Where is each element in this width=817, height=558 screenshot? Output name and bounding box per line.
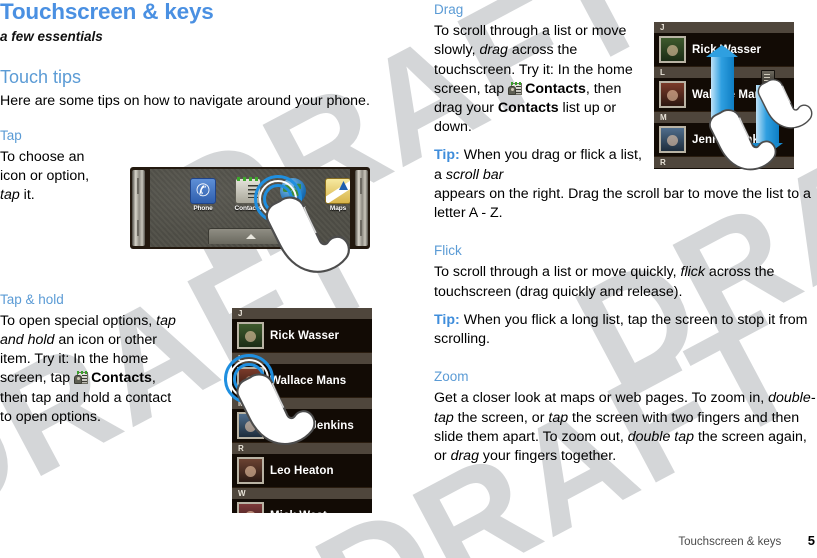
tap-hold-text-a: To open special options, (0, 312, 157, 329)
list-section-header: W (232, 488, 372, 499)
drag-contacts-bold-1: Contacts (525, 80, 586, 97)
contact-name: Wallace Mans (270, 374, 347, 387)
list-item[interactable]: Rick Wasser (232, 319, 372, 353)
list-section-header: J (654, 22, 794, 33)
avatar (237, 502, 264, 513)
drag-down-arrow-icon (751, 85, 783, 155)
avatar (659, 81, 686, 108)
zoom-text-f: double tap (627, 428, 695, 445)
app-tray-handle[interactable] (208, 228, 294, 244)
list-item[interactable]: Leo Heaton (232, 454, 372, 488)
tap-line3-rest: it. (19, 187, 35, 204)
tip-label: Tip: (434, 147, 460, 164)
maps-icon (325, 178, 350, 204)
manual-page: Touchscreen & keys a few essentials Touc… (0, 0, 817, 558)
figure-contacts-list-tap-hold: J Rick Wasser L Wallace Mans M Jennie Je… (232, 308, 372, 513)
avatar (659, 36, 686, 63)
drag-tip-wide: appears on the right. Drag the scroll ba… (434, 185, 811, 222)
phone-left-rail (132, 170, 145, 246)
contact-name: Mick West (270, 510, 327, 514)
subsection-heading-zoom: Zoom (434, 369, 469, 385)
flick-text-b: flick (680, 264, 705, 281)
scrollbar-thumb[interactable] (761, 70, 775, 88)
drag-up-arrow-icon (706, 45, 738, 122)
contacts-icon (74, 371, 89, 385)
phone-right-rail (355, 170, 368, 246)
flick-text-a: To scroll through a list or move quickly… (434, 264, 681, 281)
app-maps[interactable]: Maps (321, 178, 350, 212)
list-item[interactable]: Leo Heaton (654, 168, 794, 169)
avatar (237, 322, 264, 349)
section-heading-touch-tips: Touch tips (0, 66, 82, 87)
app-label: Phone (193, 205, 213, 212)
hold-ripple-inner (233, 363, 265, 395)
contact-name: Jennie Jenkins (270, 419, 354, 432)
avatar (659, 126, 686, 153)
drag-text-b: drag (479, 42, 508, 59)
page-footer: Touchscreen & keys 5 (0, 532, 817, 550)
zoom-text-h: drag (450, 448, 479, 465)
page-title: Touchscreen & keys (0, 0, 214, 24)
zoom-text-i: your fingers together. (478, 448, 617, 465)
app-label: Maps (329, 205, 347, 212)
subsection-heading-tap-hold: Tap & hold (0, 291, 64, 307)
tip-label: Tip: (434, 311, 460, 328)
drag-tip-narrow: Tip: When you drag or flick a list, a sc… (434, 146, 650, 184)
figure-home-screen-tap: Phone Contacts Browser Maps (130, 167, 370, 273)
list-section-header: R (232, 443, 372, 454)
contact-name: Leo Heaton (270, 464, 334, 477)
drag-body: To scroll through a list or move slowly,… (434, 22, 650, 137)
touch-tips-intro: Here are some tips on how to navigate ar… (0, 92, 370, 109)
subsection-heading-tap: Tap (0, 127, 22, 143)
contact-name: Rick Wasser (270, 329, 340, 342)
subsection-heading-drag: Drag (434, 2, 464, 17)
footer-page-number: 5 (807, 533, 815, 548)
tap-hold-body: To open special options, tap and hold an… (0, 312, 178, 427)
app-phone[interactable]: Phone (186, 178, 220, 212)
tap-hold-contacts-bold: Contacts (91, 370, 152, 387)
phone-icon (190, 178, 216, 204)
flick-tip-a: When you flick a long list, tap the scre… (434, 311, 808, 348)
list-item[interactable]: Mick West (232, 499, 372, 513)
drag-contacts-bold-2: Contacts (497, 100, 559, 116)
tap-body: To choose an icon or option, tap it. (0, 148, 112, 206)
contacts-icon (508, 81, 523, 96)
tap-line3-italic: tap (0, 187, 20, 204)
tap-line1: To choose an (0, 148, 85, 165)
list-item[interactable]: Jennie Jenkins (232, 409, 372, 443)
drag-tip-b: scroll bar (445, 166, 504, 183)
tap-ripple-inner (263, 184, 293, 214)
zoom-text-a: Get a closer look at maps or web pages. … (434, 390, 769, 407)
avatar (237, 457, 264, 484)
flick-body: To scroll through a list or move quickly… (434, 263, 817, 301)
phone-screen: Phone Contacts Browser Maps (150, 169, 350, 247)
footer-chapter: Touchscreen & keys (678, 536, 782, 548)
page-subtitle: a few essentials (0, 28, 103, 44)
zoom-text-d: tap (548, 409, 569, 426)
tap-line2: icon or option, (0, 168, 90, 185)
avatar (237, 412, 264, 439)
list-section-header: R (654, 157, 794, 168)
zoom-body: Get a closer look at maps or web pages. … (434, 389, 817, 466)
zoom-text-c: the screen, or (453, 409, 549, 426)
list-section-header: J (232, 308, 372, 319)
subsection-heading-flick: Flick (434, 243, 462, 259)
flick-tip: Tip: When you flick a long list, tap the… (434, 311, 817, 349)
